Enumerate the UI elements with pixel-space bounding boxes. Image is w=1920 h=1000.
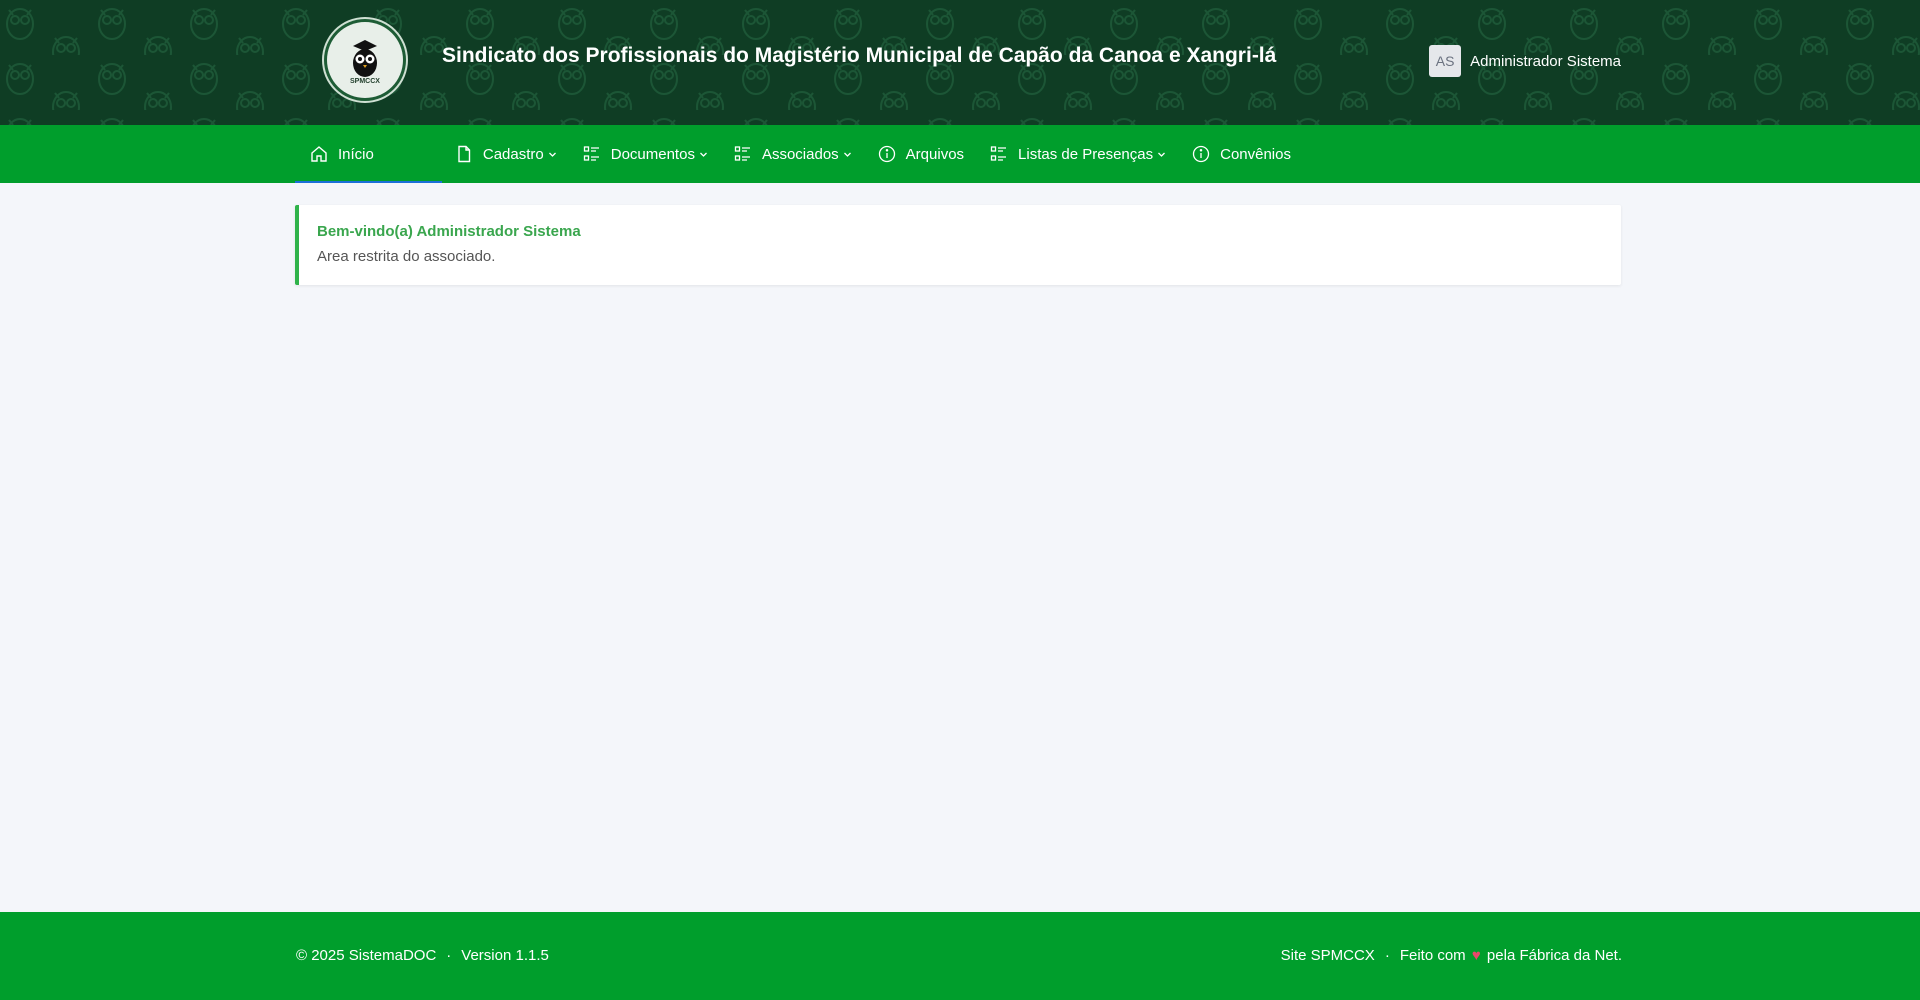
site-link[interactable]: Site SPMCCX — [1281, 947, 1375, 964]
home-icon — [310, 145, 328, 163]
logo[interactable]: SPMCCX — [327, 22, 403, 98]
separator-dot: · — [446, 947, 452, 964]
nav-item-convenios[interactable]: Convênios — [1179, 125, 1304, 183]
nav-label-inicio: Início — [338, 145, 374, 163]
info-icon — [1192, 145, 1210, 163]
list-icon — [990, 145, 1008, 163]
footer-right: Site SPMCCX · Feito com ♥ pela Fábrica da … — [1281, 947, 1622, 964]
nav-label-arquivos: Arquivos — [905, 145, 965, 163]
made-with-text: Feito com — [1399, 947, 1466, 964]
welcome-alert: Bem-vindo(a) Administrador Sistema Area … — [295, 205, 1621, 285]
nav-item-inicio[interactable]: Início — [295, 125, 442, 183]
logo-text: SPMCCX — [350, 77, 380, 85]
chevron-down-icon — [699, 150, 708, 159]
version: Version 1.1.5 — [461, 947, 549, 964]
nav-label-documentos: Documentos — [610, 145, 695, 163]
list-icon — [583, 145, 601, 163]
chevron-down-icon — [843, 150, 852, 159]
footer-left: © 2025 SistemaDOC · Version 1.1.5 — [296, 947, 549, 964]
nav-item-associados[interactable]: Associados — [721, 125, 865, 183]
nav-label-convenios: Convênios — [1220, 145, 1291, 163]
header-banner: SPMCCX Sindicato dos Profissionais do Ma… — [0, 0, 1920, 125]
copyright: © 2025 SistemaDOC — [296, 947, 437, 964]
nav-label-cadastro: Cadastro — [482, 145, 544, 163]
main-navbar: Início Cadastro Documentos Associados Ar… — [0, 125, 1920, 183]
chevron-down-icon — [1157, 150, 1166, 159]
nav-item-documentos[interactable]: Documentos — [570, 125, 721, 183]
user-menu[interactable]: AS Administrador Sistema — [1429, 45, 1621, 77]
nav-item-cadastro[interactable]: Cadastro — [442, 125, 570, 183]
user-name[interactable]: Administrador Sistema — [1470, 53, 1621, 70]
avatar[interactable]: AS — [1429, 45, 1462, 77]
heart-icon: ♥ — [1471, 947, 1481, 964]
site-title: Sindicato dos Profissionais do Magistéri… — [442, 44, 1277, 67]
chevron-down-icon — [548, 150, 557, 159]
made-by-link[interactable]: pela Fábrica da Net. — [1487, 947, 1622, 964]
list-icon — [734, 145, 752, 163]
document-icon — [455, 145, 473, 163]
separator-dot: · — [1384, 947, 1390, 964]
nav-item-listas-de-presencas[interactable]: Listas de Presenças — [977, 125, 1179, 183]
owl-logo-icon — [353, 39, 377, 77]
welcome-title: Bem-vindo(a) Administrador Sistema — [317, 223, 581, 240]
footer: © 2025 SistemaDOC · Version 1.1.5 Site SPM… — [0, 912, 1920, 1000]
nav-item-arquivos[interactable]: Arquivos — [865, 125, 977, 183]
info-icon — [878, 145, 896, 163]
welcome-text: Area restrita do associado. — [317, 248, 496, 265]
nav-label-associados: Associados — [761, 145, 839, 163]
nav-label-listas-de-presencas: Listas de Presenças — [1018, 145, 1154, 163]
